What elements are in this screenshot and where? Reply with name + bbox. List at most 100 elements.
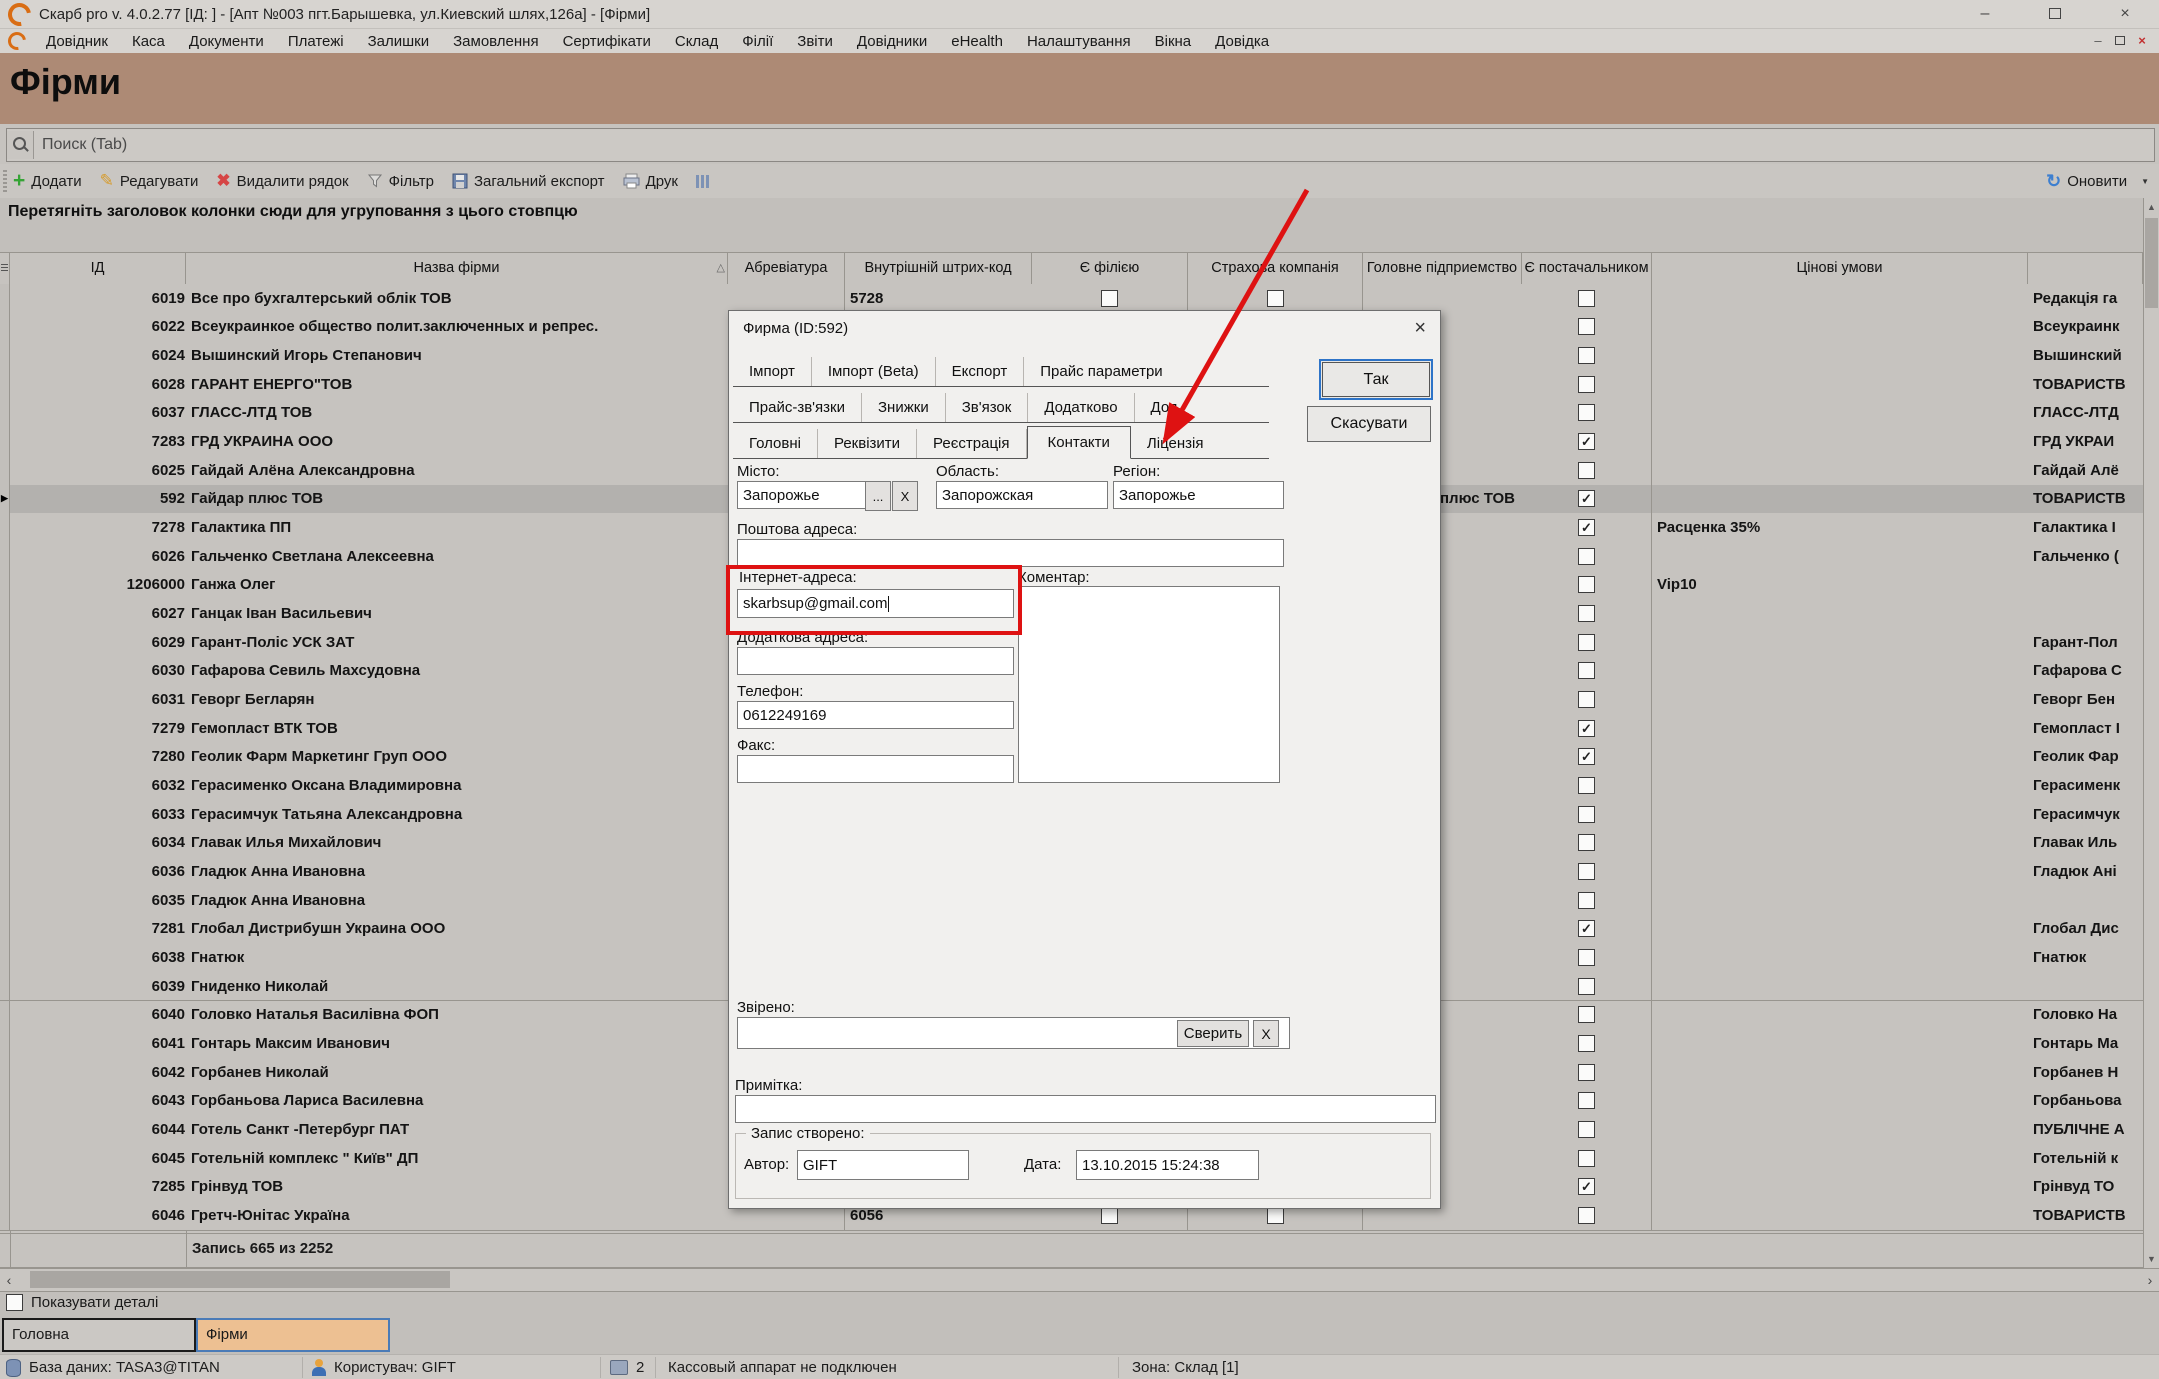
cell-cb3[interactable] [1522,399,1652,429]
cell-price[interactable] [1652,1058,2033,1088]
tab-firms[interactable]: Фірми [196,1318,390,1352]
cell-price[interactable] [1652,886,2033,916]
filter-button[interactable]: Фільтр [367,173,434,190]
cell-mark[interactable] [0,284,10,314]
supplier-checkbox[interactable]: ✓ [1578,490,1595,507]
supplier-checkbox[interactable]: ✓ [1578,519,1595,536]
ok-button[interactable]: Так [1319,359,1433,400]
dialog-close-icon[interactable]: × [1414,317,1426,340]
cell-price[interactable] [1652,972,2033,1002]
cell-cb3[interactable] [1522,1086,1652,1116]
edit-button[interactable]: ✎ Редагувати [100,171,199,191]
cell-cb3[interactable] [1522,829,1652,859]
table-row[interactable]: 6019Все про бухгалтерський облік ТОВ5728… [0,284,2143,313]
cell-full[interactable]: Гнатюк [2028,943,2148,973]
supplier-checkbox[interactable] [1578,949,1595,966]
export-button[interactable]: Загальний експорт [452,173,605,190]
cell-price[interactable] [1652,628,2033,658]
cell-name[interactable]: Гретч-Юнітас Україна [186,1201,733,1231]
cell-full[interactable]: Горбанев Н [2028,1058,2148,1088]
cell-id[interactable]: 6031 [10,685,192,715]
cell-name[interactable]: ГЛАСС-ЛТД ТОВ [186,399,733,429]
note-field[interactable] [735,1095,1436,1123]
cell-name[interactable]: Гемопласт ВТК ТОВ [186,714,733,744]
cell-mark[interactable] [0,599,10,629]
supplier-checkbox[interactable] [1578,605,1595,622]
cell-id[interactable]: 6029 [10,628,192,658]
cell-price[interactable] [1652,599,2033,629]
cell-cb3[interactable] [1522,1144,1652,1174]
cell-name[interactable]: Горбаньова Лариса Василевна [186,1086,733,1116]
column-header-cb3[interactable]: Є постачальником [1522,253,1652,284]
cell-full[interactable]: Гонтарь Ма [2028,1029,2148,1059]
cell-price[interactable] [1652,341,2033,371]
supplier-checkbox[interactable] [1578,662,1595,679]
cell-id[interactable]: 6038 [10,943,192,973]
cell-price[interactable] [1652,915,2033,945]
cell-full[interactable]: Гемопласт І [2028,714,2148,744]
cell-price[interactable] [1652,1086,2033,1116]
cell-mark[interactable] [0,1201,10,1231]
cell-full[interactable]: Всеукраинк [2028,313,2148,343]
columns-button[interactable] [696,175,709,188]
cell-name[interactable]: Гайдар плюс ТОВ [186,485,733,515]
tab-price-params[interactable]: Прайс параметри [1024,357,1178,386]
cell-cb3[interactable] [1522,542,1652,572]
cell-full[interactable]: Редакція га [2028,284,2148,314]
cell-cb3[interactable] [1522,972,1652,1002]
show-details-checkbox[interactable] [6,1294,23,1311]
cell-full[interactable]: Гальченко ( [2028,542,2148,572]
cell-price[interactable] [1652,1144,2033,1174]
cell-id[interactable]: 6034 [10,829,192,859]
supplier-checkbox[interactable]: ✓ [1578,720,1595,737]
verify-button[interactable]: Сверить [1177,1020,1249,1047]
cell-name[interactable]: Всеукраинкое общество полит.заключенных … [186,313,733,343]
city-lookup-button[interactable]: ... [865,481,891,511]
cell-cb3[interactable]: ✓ [1522,427,1652,457]
branch-checkbox[interactable] [1101,1207,1118,1224]
cell-cb3[interactable]: ✓ [1522,714,1652,744]
mdi-restore-button[interactable] [2110,32,2130,49]
cell-cb3[interactable] [1522,886,1652,916]
cell-name[interactable]: Горбанев Николай [186,1058,733,1088]
supplier-checkbox[interactable] [1578,691,1595,708]
cell-id[interactable]: 6025 [10,456,192,486]
cell-name[interactable]: Гнатюк [186,943,733,973]
cell-full[interactable] [2028,599,2148,629]
menu-item-7[interactable]: Склад [663,33,730,50]
supplier-checkbox[interactable] [1578,1150,1595,1167]
cell-name[interactable]: Гафарова Севиль Махсудовна [186,657,733,687]
mdi-minimize-button[interactable]: – [2088,32,2108,49]
supplier-checkbox[interactable] [1578,834,1595,851]
cell-price[interactable] [1652,714,2033,744]
cell-mark[interactable] [0,800,10,830]
cell-id[interactable]: 6043 [10,1086,192,1116]
cell-mark[interactable] [0,972,10,1002]
cell-price[interactable] [1652,1001,2033,1031]
cell-mark[interactable] [0,685,10,715]
cell-id[interactable]: 6030 [10,657,192,687]
cell-full[interactable]: Гайдай Алё [2028,456,2148,486]
supplier-checkbox[interactable] [1578,1121,1595,1138]
scroll-right-icon[interactable]: › [2141,1269,2159,1290]
cell-id[interactable]: 7283 [10,427,192,457]
cell-name[interactable]: Головко Наталья Василівна ФОП [186,1001,733,1031]
mdi-close-button[interactable]: × [2132,32,2152,49]
cell-name[interactable]: ГАРАНТ ЕНЕРГО"ТОВ [186,370,733,400]
tab-discounts[interactable]: Знижки [862,393,946,422]
supplier-checkbox[interactable] [1578,1064,1595,1081]
tab-registration[interactable]: Реєстрація [917,429,1026,458]
tab-additional[interactable]: Додатково [1028,393,1134,422]
cell-mark[interactable] [0,1029,10,1059]
cell-mark[interactable] [0,513,10,543]
cell-id[interactable]: 6033 [10,800,192,830]
cell-id[interactable]: 7279 [10,714,192,744]
supplier-checkbox[interactable] [1578,634,1595,651]
horizontal-scrollbar[interactable]: ‹ › [0,1268,2159,1292]
supplier-checkbox[interactable] [1578,347,1595,364]
cell-cb3[interactable]: ✓ [1522,915,1652,945]
supplier-checkbox[interactable] [1578,978,1595,995]
cell-full[interactable]: Герасимчук [2028,800,2148,830]
column-header-name[interactable]: Назва фірми△ [186,253,728,284]
cell-full[interactable]: Грінвуд ТО [2028,1172,2148,1202]
